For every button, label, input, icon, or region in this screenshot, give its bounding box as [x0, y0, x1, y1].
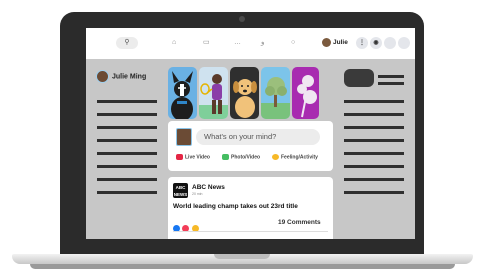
groups-icon[interactable]: و [261, 38, 264, 48]
feeling-activity-button[interactable]: Feeling/Activity [272, 154, 318, 161]
live-video-icon [176, 154, 183, 160]
menu-button[interactable]: ⋮ [356, 37, 368, 49]
feeling-activity-label: Feeling/Activity [281, 154, 318, 161]
photo-video-button[interactable]: Photo/Video [222, 154, 260, 161]
notifications-button[interactable] [384, 37, 396, 49]
avatar [322, 38, 331, 47]
sidebar-item[interactable] [97, 126, 157, 129]
facebook-screen: ⚲ ⌂ ▭ … و ○ Julie ⋮ ◉ Julie Ming What's … [86, 28, 415, 239]
profile-shortcut[interactable]: Julie [322, 38, 348, 48]
photo-icon [222, 154, 229, 160]
contact-item[interactable] [344, 126, 404, 129]
puppy-illustration [233, 79, 257, 118]
contacts-header-pill[interactable] [344, 69, 374, 87]
post-timestamp: 20 min [192, 192, 203, 196]
news-post: ABC NEWS ABC News 20 min World leading c… [168, 177, 333, 239]
flower-illustration [297, 75, 317, 118]
home-icon[interactable]: ⌂ [172, 38, 176, 48]
sidebar-item[interactable] [97, 165, 157, 168]
search-icon[interactable]: ⚲ [116, 37, 138, 49]
live-video-button[interactable]: Live Video [176, 154, 210, 161]
tennis-illustration [199, 74, 228, 119]
sidebar-profile[interactable]: Julie Ming [96, 70, 146, 84]
avatar [176, 128, 192, 146]
avatar [96, 70, 109, 83]
sidebar-item[interactable] [97, 113, 157, 116]
right-sidebar-item[interactable] [378, 75, 404, 78]
contact-item[interactable] [344, 152, 404, 155]
sidebar-item[interactable] [97, 178, 157, 181]
post-headline: World leading champ takes out 23rd title [173, 203, 298, 210]
post-source[interactable]: ABC News [192, 184, 225, 191]
tree-illustration [261, 77, 290, 119]
divider [173, 231, 328, 232]
live-video-label: Live Video [185, 154, 210, 161]
laptop-base-shadow [30, 264, 455, 269]
story-tennis[interactable] [199, 67, 228, 119]
story-tree[interactable] [261, 67, 290, 119]
dog-illustration [171, 71, 193, 119]
abc-news-logo[interactable]: ABC NEWS [173, 183, 188, 198]
sidebar-item[interactable] [97, 139, 157, 142]
right-sidebar-item[interactable] [378, 82, 404, 85]
sidebar-item[interactable] [97, 191, 157, 194]
composer-input[interactable]: What's on your mind? [196, 129, 320, 145]
account-button[interactable] [398, 37, 410, 49]
marketplace-icon[interactable]: … [234, 38, 241, 48]
reaction-icons[interactable] [173, 219, 199, 232]
watch-icon[interactable]: ▭ [203, 38, 210, 48]
photo-video-label: Photo/Video [231, 154, 261, 161]
contact-item[interactable] [344, 139, 404, 142]
sidebar-item[interactable] [97, 100, 157, 103]
messenger-button[interactable]: ◉ [370, 37, 382, 49]
post-composer: What's on your mind? Live Video Photo/Vi… [168, 121, 333, 171]
contact-item[interactable] [344, 165, 404, 168]
contact-item[interactable] [344, 100, 404, 103]
contact-item[interactable] [344, 178, 404, 181]
gaming-icon[interactable]: ○ [291, 38, 295, 48]
top-navigation-bar: ⚲ ⌂ ▭ … و ○ Julie ⋮ ◉ [86, 28, 415, 59]
profile-shortcut-name: Julie [333, 39, 348, 47]
contact-item[interactable] [344, 113, 404, 116]
sidebar-profile-name: Julie Ming [112, 73, 147, 81]
story-dog[interactable] [168, 67, 197, 119]
contact-item[interactable] [344, 191, 404, 194]
story-puppy[interactable] [230, 67, 259, 119]
laptop-notch [214, 254, 270, 259]
sidebar-item[interactable] [97, 152, 157, 155]
webcam [239, 16, 245, 22]
smiley-icon [272, 154, 279, 160]
story-flowers[interactable] [292, 67, 319, 119]
comments-count[interactable]: 19 Comments [278, 219, 321, 226]
